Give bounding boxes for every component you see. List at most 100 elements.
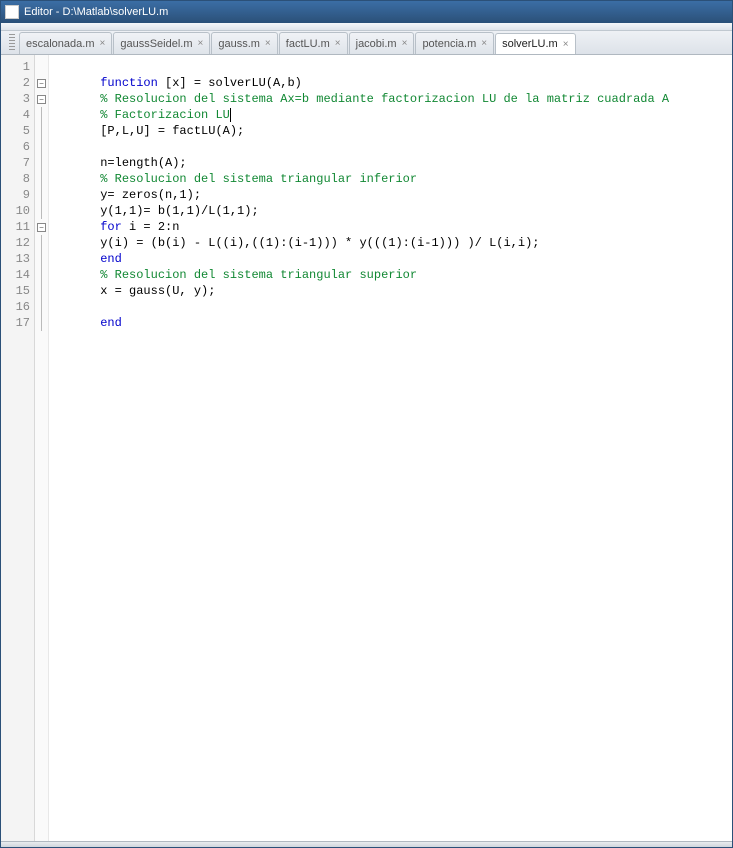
tab-label: gauss.m xyxy=(218,38,260,50)
code-line[interactable]: for i = 2:n xyxy=(57,219,732,235)
code-line[interactable]: function [x] = solverLU(A,b) xyxy=(57,75,732,91)
titlebar[interactable]: Editor - D:\Matlab\solverLU.m xyxy=(1,1,732,23)
tab-label: escalonada.m xyxy=(26,38,95,50)
text-cursor xyxy=(230,108,231,122)
tab-potencia-m[interactable]: potencia.m × xyxy=(415,32,494,54)
fold-cell xyxy=(35,299,48,315)
fold-line-icon xyxy=(41,203,42,219)
fold-toggle-icon[interactable]: − xyxy=(37,223,46,232)
fold-toggle-icon[interactable]: − xyxy=(37,95,46,104)
keyword-token: for xyxy=(100,220,122,234)
editor-window: Editor - D:\Matlab\solverLU.m escalonada… xyxy=(0,0,733,848)
line-number: 7 xyxy=(1,155,34,171)
code-line[interactable]: y(1,1)= b(1,1)/L(1,1); xyxy=(57,203,732,219)
fold-cell xyxy=(35,155,48,171)
fold-toggle-icon[interactable]: − xyxy=(37,79,46,88)
line-number: 5 xyxy=(1,123,34,139)
comment-token: % Resolucion del sistema Ax=b mediante f… xyxy=(100,92,669,106)
line-number: 16 xyxy=(1,299,34,315)
line-number: 3 xyxy=(1,91,34,107)
status-bar xyxy=(1,841,732,847)
code-line[interactable] xyxy=(57,59,732,75)
fold-cell xyxy=(35,283,48,299)
code-line[interactable]: % Resolucion del sistema triangular supe… xyxy=(57,267,732,283)
fold-cell xyxy=(35,203,48,219)
code-token: y= zeros(n,1); xyxy=(100,188,201,202)
code-token: x = gauss(U, y); xyxy=(100,284,215,298)
close-icon[interactable]: × xyxy=(335,38,341,49)
fold-cell: − xyxy=(35,91,48,107)
tab-gaussSeidel-m[interactable]: gaussSeidel.m × xyxy=(113,32,210,54)
app-icon xyxy=(5,5,19,19)
comment-token: % Resolucion del sistema triangular supe… xyxy=(100,268,417,282)
code-line[interactable]: % Resolucion del sistema triangular infe… xyxy=(57,171,732,187)
comment-token: % Factorizacion LU xyxy=(100,108,230,122)
tab-escalonada-m[interactable]: escalonada.m × xyxy=(19,32,112,54)
fold-cell xyxy=(35,171,48,187)
close-icon[interactable]: × xyxy=(481,38,487,49)
tab-factLU-m[interactable]: factLU.m× xyxy=(279,32,348,54)
tab-jacobi-m[interactable]: jacobi.m × xyxy=(349,32,415,54)
keyword-token: end xyxy=(100,252,122,266)
tab-label: jacobi.m xyxy=(356,38,397,50)
line-number: 1 xyxy=(1,59,34,75)
code-line[interactable]: y= zeros(n,1); xyxy=(57,187,732,203)
close-icon[interactable]: × xyxy=(402,38,408,49)
fold-cell xyxy=(35,187,48,203)
code-line[interactable] xyxy=(57,139,732,155)
code-token: [P,L,U] = factLU(A); xyxy=(100,124,244,138)
fold-cell xyxy=(35,59,48,75)
fold-line-icon xyxy=(41,171,42,187)
fold-cell: − xyxy=(35,219,48,235)
line-number: 14 xyxy=(1,267,34,283)
tab-solverLU-m[interactable]: solverLU.m× xyxy=(495,33,575,55)
close-icon[interactable]: × xyxy=(100,38,106,49)
fold-cell xyxy=(35,107,48,123)
close-icon[interactable]: × xyxy=(198,38,204,49)
line-number: 13 xyxy=(1,251,34,267)
line-number-gutter: 1234567891011121314151617 xyxy=(1,55,35,841)
fold-cell xyxy=(35,267,48,283)
line-number: 8 xyxy=(1,171,34,187)
line-number: 17 xyxy=(1,315,34,331)
code-line[interactable]: % Resolucion del sistema Ax=b mediante f… xyxy=(57,91,732,107)
tab-grip-icon[interactable] xyxy=(9,34,15,52)
fold-line-icon xyxy=(41,107,42,123)
fold-cell xyxy=(35,123,48,139)
line-number: 15 xyxy=(1,283,34,299)
tab-gauss-m[interactable]: gauss.m × xyxy=(211,32,277,54)
code-line[interactable]: x = gauss(U, y); xyxy=(57,283,732,299)
tab-label: potencia.m xyxy=(422,38,476,50)
tab-label: gaussSeidel.m xyxy=(120,38,192,50)
fold-line-icon xyxy=(41,123,42,139)
code-editor[interactable]: function [x] = solverLU(A,b) % Resolucio… xyxy=(49,55,732,841)
code-line[interactable]: end xyxy=(57,251,732,267)
fold-line-icon xyxy=(41,283,42,299)
code-line[interactable]: % Factorizacion LU xyxy=(57,107,732,123)
fold-line-icon xyxy=(41,267,42,283)
close-icon[interactable]: × xyxy=(265,38,271,49)
code-line[interactable] xyxy=(57,299,732,315)
code-line[interactable]: end xyxy=(57,315,732,331)
code-line[interactable]: y(i) = (b(i) - L((i),((1):(i-1))) * y(((… xyxy=(57,235,732,251)
line-number: 12 xyxy=(1,235,34,251)
code-token: i = 2:n xyxy=(122,220,180,234)
toolstrip xyxy=(1,23,732,31)
fold-cell xyxy=(35,315,48,331)
keyword-token: end xyxy=(100,316,122,330)
fold-line-icon xyxy=(41,139,42,155)
keyword-token: function xyxy=(100,76,158,90)
fold-line-icon xyxy=(41,235,42,251)
fold-line-icon xyxy=(41,251,42,267)
code-line[interactable]: [P,L,U] = factLU(A); xyxy=(57,123,732,139)
fold-cell xyxy=(35,139,48,155)
code-line[interactable]: n=length(A); xyxy=(57,155,732,171)
editor-area: 1234567891011121314151617 −−− function [… xyxy=(1,55,732,841)
fold-cell: − xyxy=(35,75,48,91)
close-icon[interactable]: × xyxy=(563,39,569,50)
tab-bar: escalonada.m×gaussSeidel.m×gauss.m×factL… xyxy=(1,31,732,55)
code-token: [x] = solverLU(A,b) xyxy=(158,76,302,90)
line-number: 4 xyxy=(1,107,34,123)
fold-cell xyxy=(35,235,48,251)
fold-line-icon xyxy=(41,187,42,203)
